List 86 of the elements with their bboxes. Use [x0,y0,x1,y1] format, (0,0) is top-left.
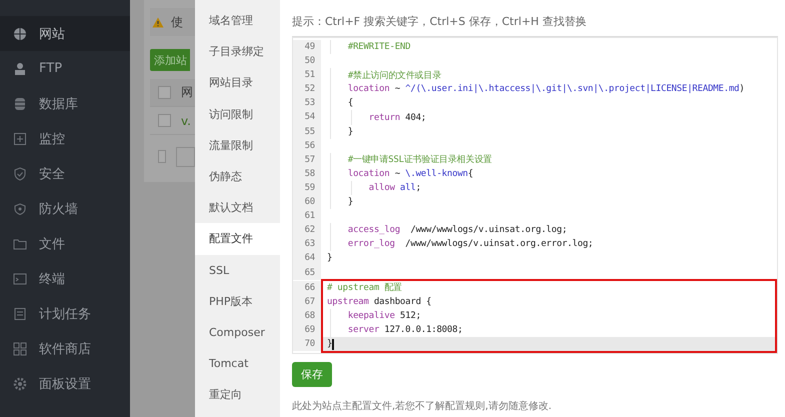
line-number: 49 [293,40,321,54]
line-number: 64 [293,251,321,266]
notice-text: 使 [171,14,183,30]
code-line: } [346,197,354,208]
sidebar-item[interactable]: 网站 [0,16,130,51]
code-line: return 404; [368,112,426,123]
shield-icon [13,166,27,180]
code-editor[interactable] [292,37,778,354]
line-number: 66 [293,280,321,295]
code-line: location ~ \.well-known{ [346,168,474,179]
checkbox[interactable] [158,114,171,127]
settings-tab[interactable]: 子目录绑定 [195,36,280,68]
sidebar-item[interactable]: 终端 [0,261,130,296]
database-icon [13,96,27,110]
code-line: } [327,339,332,350]
code-line: upstream dashboard { [327,296,432,307]
select-field[interactable] [176,146,195,166]
grid-icon [13,342,27,356]
sidebar-item[interactable]: 软件商店 [0,331,130,366]
line-number: 55 [293,124,321,139]
settings-tab[interactable]: 重定向 [195,379,280,410]
code-line: keepalive 512; [346,310,421,321]
line-number: 62 [293,223,321,238]
monitor-icon [13,132,27,146]
line-number: 61 [293,209,321,224]
save-button[interactable]: 保存 [292,362,332,388]
line-number: 54 [293,110,321,125]
code-line: # upstream 配置 [327,282,402,294]
checkbox[interactable] [158,150,166,163]
code-line: #禁止访问的文件或目录 [346,70,442,82]
settings-tab[interactable]: Tomcat [195,348,280,380]
code-line: server 127.0.0.1:8008; [346,324,463,335]
folder-icon [13,236,27,250]
note-text: 此处为站点主配置文件,若您不了解配置规则,请勿随意修改. [292,400,552,414]
settings-tab[interactable]: SSL [195,254,280,286]
code-line: } [346,126,354,137]
line-number: 51 [293,68,321,82]
sidebar-item[interactable]: 数据库 [0,86,130,121]
terminal-icon [13,272,27,286]
settings-tab[interactable]: PHP版本 [195,286,280,317]
line-number: 65 [293,266,321,280]
settings-tab[interactable]: Composer [195,316,280,348]
settings-tab[interactable]: 默认文档 [195,192,280,224]
line-number: 59 [293,180,321,196]
sidebar-item[interactable]: 监控 [0,121,130,156]
user-icon [13,62,27,76]
settings-tab[interactable]: 配置文件 [195,223,280,254]
line-number: 63 [293,237,321,252]
globe-icon [13,26,27,40]
code-line: allow all; [368,182,421,193]
line-number: 53 [293,96,321,110]
checkbox[interactable] [158,86,171,99]
code-line: #REWRITE-END [346,42,410,52]
line-number: 67 [293,294,321,309]
line-number: 60 [293,195,321,210]
code-line: } [327,253,332,264]
line-number: 52 [293,82,321,96]
sidebar-item[interactable]: FTP [0,51,130,86]
sidebar-item[interactable]: 计划任务 [0,296,130,331]
shield-icon [13,202,27,216]
line-number: 70 [293,336,321,352]
settings-icon [13,376,27,390]
code-line: error_log /www/wwwlogs/v.uinsat.org.error.log; [346,239,594,250]
calendar-icon [13,306,27,320]
sidebar-item[interactable]: 防火墙 [0,191,130,226]
code-line: #一键申请SSL证书验证目录相关设置 [346,154,492,166]
settings-tab[interactable]: 流量限制 [195,130,280,161]
line-number: 68 [293,308,321,323]
sidebar-item[interactable]: 面板设置 [0,366,130,401]
column-header: 网 [181,84,193,101]
line-number: 56 [293,138,321,153]
line-number: 69 [293,322,321,337]
settings-tab[interactable]: 伪静态 [195,160,280,192]
line-number: 58 [293,166,321,181]
text-cursor [332,338,334,350]
line-number: 50 [293,54,321,68]
sidebar-item[interactable]: 文件 [0,226,130,261]
settings-tab[interactable]: 网站目录 [195,67,280,99]
settings-tab[interactable]: 访问限制 [195,98,280,130]
code-line: { [346,98,354,108]
code-line: access_log /www/wwwlogs/v.uinsat.org.log; [346,225,568,236]
settings-tab[interactable]: 域名管理 [195,5,280,36]
sidebar-item[interactable]: 安全 [0,156,130,191]
code-line: location ~ ^/(\.user.ini|\.htaccess|\.git|\.svn|\.project|LICENSE|README.md) [346,84,744,94]
warning-icon [152,16,164,28]
line-number: 57 [293,152,321,167]
